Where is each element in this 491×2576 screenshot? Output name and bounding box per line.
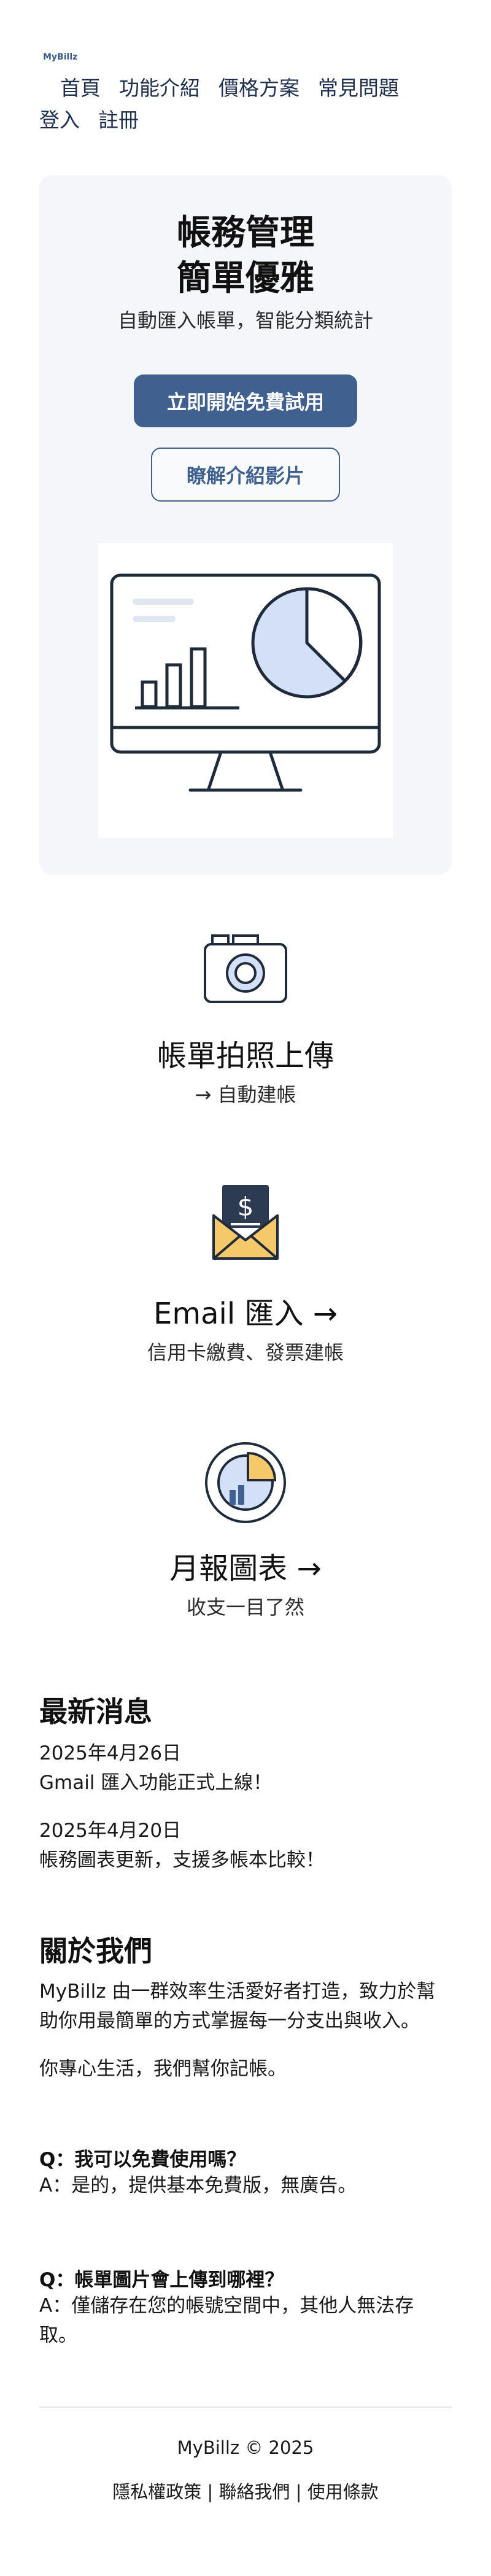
brand-logo[interactable]: MyBillz — [43, 52, 77, 62]
feature-desc: 信用卡繳費、發票建帳 — [147, 1341, 344, 1364]
faq-question: Q：我可以免費使用嗎？ — [39, 2149, 246, 2171]
pie-chart-icon — [195, 1433, 296, 1526]
about-paragraph: MyBillz 由一群效率生活愛好者打造，致力於幫助你用最簡單的方式掌握每一分支… — [39, 1980, 436, 2032]
footer-divider — [39, 2407, 452, 2408]
about-tagline: 你專心生活，我們幫你記帳。 — [39, 2058, 287, 2080]
feature-title: 帳單拍照上傳 — [157, 1039, 334, 1073]
monitor-illustration — [98, 543, 393, 838]
feature-title: Email 匯入 → — [153, 1297, 338, 1331]
svg-text:$: $ — [238, 1192, 254, 1222]
footer-copyright: MyBillz © 2025 — [177, 2437, 314, 2458]
news-item-date: 2025年4月20日 — [39, 1820, 182, 1842]
free-trial-button[interactable]: 立即開始免費試用 — [134, 374, 357, 427]
news-item-text: Gmail 匯入功能正式上線！ — [39, 1772, 273, 1794]
footer-link-contact[interactable]: 聯絡我們 — [218, 2481, 290, 2502]
hero-subtitle: 自動匯入帳單，智能分類統計 — [117, 309, 373, 332]
monitor-chart-icon — [110, 573, 381, 792]
feature-desc: → 自動建帳 — [195, 1083, 296, 1106]
nav-item-faq[interactable]: 常見問題 — [318, 72, 399, 104]
feature-desc: 收支一目了然 — [186, 1596, 304, 1619]
hero-title-line2: 簡單優雅 — [177, 258, 314, 298]
nav-item-register[interactable]: 註冊 — [98, 104, 139, 136]
nav-item-features[interactable]: 功能介紹 — [119, 72, 200, 104]
footer-separator: | — [201, 2481, 219, 2502]
hero-title-line1: 帳務管理 — [177, 213, 314, 253]
nav-item-home[interactable]: 首頁 — [60, 72, 101, 104]
news-item-date: 2025年4月26日 — [39, 1742, 182, 1764]
camera-icon — [195, 921, 296, 1013]
feature-title: 月報圖表 → — [169, 1551, 322, 1586]
faq-answer: A：是的，提供基本免費版，無廣告。 — [39, 2174, 357, 2197]
footer-link-terms[interactable]: 使用條款 — [307, 2481, 379, 2502]
news-item-text: 帳務圖表更新，支援多帳本比較！ — [39, 1849, 325, 1871]
intro-video-button[interactable]: 瞭解介紹影片 — [151, 448, 340, 502]
about-title: 關於我們 — [39, 1934, 152, 1968]
main-nav: 首頁 功能介紹 價格方案 常見問題登入 註冊 — [39, 72, 457, 136]
footer-link-privacy[interactable]: 隱私權政策 — [112, 2481, 201, 2502]
hero-title: 帳務管理 簡單優雅 — [39, 211, 452, 301]
faq-answer: A：僅儲存在您的帳號空間中，其他人無法存取。 — [39, 2295, 414, 2346]
footer-links: 隱私權政策 | 聯絡我們 | 使用條款 — [0, 2478, 491, 2504]
email-dollar-icon: $ — [195, 1179, 296, 1271]
nav-item-login[interactable]: 登入 — [39, 104, 80, 136]
nav-item-pricing[interactable]: 價格方案 — [218, 72, 300, 104]
hero-section: 帳務管理 簡單優雅 自動匯入帳單，智能分類統計 立即開始免費試用 瞭解介紹影片 — [39, 175, 452, 875]
footer-separator: | — [290, 2481, 307, 2502]
faq-question: Q：帳單圖片會上傳到哪裡？ — [39, 2269, 284, 2291]
news-title: 最新消息 — [39, 1695, 152, 1728]
